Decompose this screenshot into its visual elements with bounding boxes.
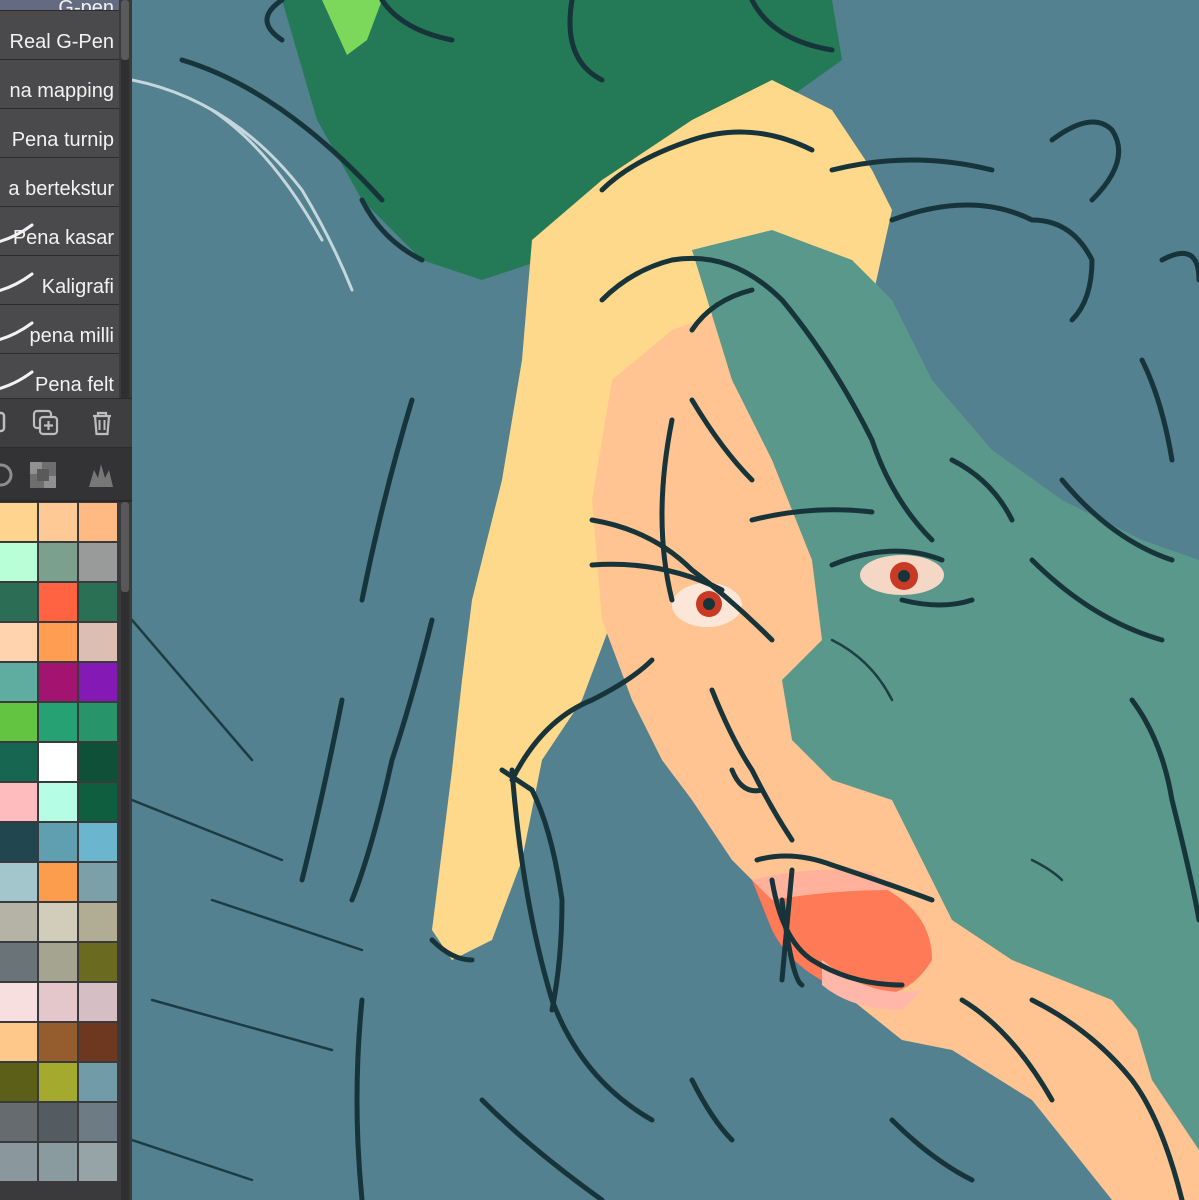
color-swatch[interactable] [0,743,37,781]
color-swatch[interactable] [0,503,37,541]
color-swatch[interactable] [39,863,77,901]
color-swatch[interactable] [79,983,117,1021]
color-swatch[interactable] [0,1103,37,1141]
brush-item[interactable]: Real G-Pen [0,11,119,60]
color-swatch[interactable] [79,903,117,941]
color-swatch[interactable] [39,503,77,541]
color-swatch[interactable] [79,743,117,781]
color-swatch[interactable] [79,863,117,901]
color-swatch[interactable] [79,1103,117,1141]
palette-scroll-thumb[interactable] [121,502,129,592]
color-swatch[interactable] [0,543,37,581]
color-mixing-icon[interactable] [86,460,116,490]
color-swatch[interactable] [39,583,77,621]
brush-item[interactable]: na mapping [0,60,119,109]
palette-scrollbar[interactable] [121,502,129,1200]
brush-item[interactable]: pena milli [0,305,119,354]
color-swatch[interactable] [39,663,77,701]
brush-toolbar [0,398,132,448]
brush-item[interactable]: G-pen [0,0,119,11]
palette-tabs [0,448,132,502]
color-swatch[interactable] [79,543,117,581]
brush-item[interactable]: a bertekstur [0,158,119,207]
color-swatch[interactable] [0,1063,37,1101]
color-swatch[interactable] [0,823,37,861]
artwork [132,0,1199,1200]
brush-item[interactable]: Pena turnip [0,109,119,158]
color-swatch[interactable] [0,1023,37,1061]
color-swatch[interactable] [0,623,37,661]
brush-item-label: Pena felt [35,374,114,396]
color-swatch[interactable] [0,943,37,981]
color-swatch[interactable] [39,823,77,861]
color-swatch[interactable] [39,983,77,1021]
color-set-icon[interactable] [28,460,58,490]
color-swatch[interactable] [39,903,77,941]
color-swatch[interactable] [39,543,77,581]
color-swatch[interactable] [79,1063,117,1101]
color-swatch[interactable] [79,663,117,701]
color-swatch[interactable] [0,583,37,621]
color-swatch[interactable] [0,983,37,1021]
color-swatch[interactable] [79,703,117,741]
copy-brush-icon[interactable] [0,407,12,439]
duplicate-icon[interactable] [30,407,62,439]
brush-item-label: Pena kasar [12,227,114,249]
color-swatch[interactable] [79,823,117,861]
color-swatch[interactable] [39,703,77,741]
brush-item[interactable]: Pena kasar [0,207,119,256]
color-swatch[interactable] [79,503,117,541]
brush-list: G-pen Real G-Pen na mapping Pena turnip a be… [0,0,119,403]
color-swatch[interactable] [79,1023,117,1061]
color-swatch[interactable] [79,1143,117,1181]
color-swatch[interactable] [79,943,117,981]
brush-item-label: na mapping [9,80,114,102]
brush-panel: G-pen Real G-Pen na mapping Pena turnip a be… [0,0,132,1200]
color-swatch[interactable] [39,1063,77,1101]
color-swatch[interactable] [0,1143,37,1181]
color-swatch[interactable] [0,903,37,941]
brush-item-label: pena milli [29,325,114,347]
brush-item[interactable]: Pena felt [0,354,119,403]
color-palette [0,502,119,1200]
color-swatch[interactable] [39,1023,77,1061]
color-swatch[interactable] [39,783,77,821]
brush-item-label: Real G-Pen [9,31,115,53]
brush-list-scroll-thumb[interactable] [121,0,129,60]
color-swatch[interactable] [0,703,37,741]
brush-item-label: Kaligrafi [41,276,114,298]
brush-item-label: Pena turnip [11,129,114,151]
color-swatch[interactable] [39,743,77,781]
color-swatch[interactable] [79,783,117,821]
brush-item-label: a bertekstur [8,178,114,200]
color-swatch[interactable] [0,783,37,821]
color-swatch[interactable] [39,1103,77,1141]
color-wheel-icon[interactable] [0,460,16,490]
color-swatch[interactable] [0,863,37,901]
brush-item-label: G-pen [58,0,114,11]
color-swatch[interactable] [39,623,77,661]
drawing-canvas[interactable] [132,0,1199,1200]
color-swatch[interactable] [39,943,77,981]
color-swatch[interactable] [0,663,37,701]
trash-icon[interactable] [86,407,118,439]
brush-item[interactable]: Kaligrafi [0,256,119,305]
color-swatch[interactable] [79,583,117,621]
color-swatch[interactable] [39,1143,77,1181]
color-swatch[interactable] [79,623,117,661]
